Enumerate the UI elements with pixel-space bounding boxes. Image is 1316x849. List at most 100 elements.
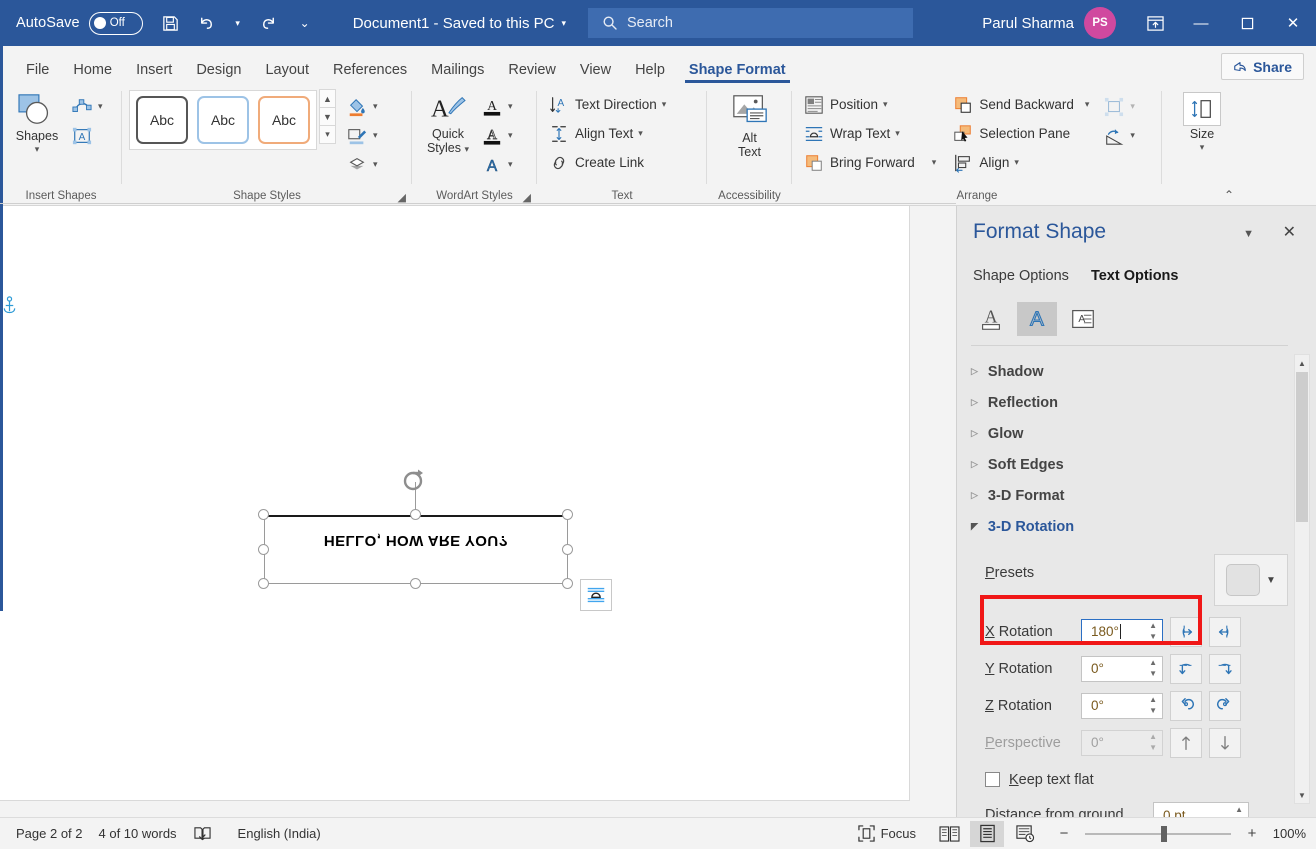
gallery-more-icon[interactable]: ▾ — [319, 125, 336, 144]
zoom-out-button[interactable]: − — [1056, 825, 1072, 842]
create-link-button[interactable]: Create Link — [544, 148, 670, 177]
section-reflection[interactable]: ▷ Reflection — [971, 387, 1286, 418]
user-name[interactable]: Parul Sharma — [982, 15, 1074, 32]
position-button[interactable]: Position ▾ — [799, 90, 940, 119]
proofing-errors-icon[interactable] — [193, 825, 212, 842]
undo-dropdown-icon[interactable]: ▾ — [225, 6, 251, 40]
redo-icon[interactable] — [251, 6, 287, 40]
rotate-objects-dropdown-icon[interactable]: ▾ — [1130, 130, 1135, 141]
shape-effects-dropdown-icon[interactable]: ▾ — [373, 159, 378, 170]
tab-mailings[interactable]: Mailings — [419, 62, 496, 85]
resize-handle-bottom-left[interactable] — [258, 578, 269, 589]
quick-access-more-icon[interactable]: ⌄ — [287, 6, 323, 40]
print-layout-button[interactable] — [970, 820, 1004, 847]
collapse-ribbon-icon[interactable]: ⌃ — [1224, 188, 1234, 202]
perspective-narrow-icon[interactable] — [1170, 727, 1202, 758]
rotate-z-counterclockwise-icon[interactable] — [1170, 690, 1202, 721]
shape-outline-dropdown-icon[interactable]: ▾ — [373, 130, 378, 141]
size-button[interactable]: Size ▾ — [1172, 90, 1232, 153]
maximize-button[interactable] — [1224, 0, 1270, 46]
close-icon[interactable]: ✕ — [1283, 222, 1296, 242]
text-direction-dropdown-icon[interactable]: ▾ — [662, 99, 667, 110]
save-icon[interactable] — [153, 6, 189, 40]
resize-handle-middle-right[interactable] — [562, 544, 573, 555]
web-layout-button[interactable] — [1008, 821, 1042, 847]
rotate-objects-button[interactable]: ▾ — [1099, 121, 1139, 150]
document-title[interactable]: Document1 - Saved to this PC ▾ — [353, 15, 566, 32]
spinner-down-icon[interactable]: ▼ — [1149, 707, 1157, 715]
close-button[interactable]: ✕ — [1270, 0, 1316, 46]
text-effects-dropdown-icon[interactable]: ▾ — [508, 159, 513, 170]
tab-shape-options[interactable]: Shape Options — [973, 268, 1069, 284]
pane-scrollbar[interactable]: ▲ ▼ — [1294, 354, 1310, 804]
gallery-scroll-up-icon[interactable]: ▲ — [319, 89, 336, 108]
keep-text-flat-row[interactable]: Keep text flat — [971, 761, 1302, 798]
textbox-layout-icon[interactable]: A — [1063, 302, 1103, 336]
tab-layout[interactable]: Layout — [253, 62, 321, 85]
perspective-widen-icon[interactable] — [1209, 727, 1241, 758]
shapes-button[interactable]: Shapes ▾ — [7, 90, 67, 155]
text-effects-icon[interactable]: A — [1017, 302, 1057, 336]
alt-text-button[interactable]: Alt Text — [720, 90, 780, 160]
zoom-slider-thumb[interactable] — [1161, 825, 1167, 842]
bring-forward-button[interactable]: Bring Forward ▾ — [799, 148, 940, 177]
x-rotation-spinner[interactable]: ▲ ▼ — [1149, 620, 1157, 644]
tab-references[interactable]: References — [321, 62, 419, 85]
presets-dropdown-icon[interactable]: ▼ — [1266, 575, 1276, 586]
section-soft-edges[interactable]: ▷ Soft Edges — [971, 449, 1286, 480]
rotate-y-up-icon[interactable] — [1170, 653, 1202, 684]
wrap-text-dropdown-icon[interactable]: ▾ — [895, 128, 900, 139]
text-effects-button[interactable]: A ▾ — [477, 150, 517, 179]
share-button[interactable]: Share — [1221, 53, 1304, 80]
rotate-x-right-icon[interactable] — [1209, 616, 1241, 647]
z-rotation-input[interactable]: 0° ▲ ▼ — [1081, 692, 1163, 719]
send-backward-dropdown-icon[interactable]: ▾ — [1085, 99, 1090, 110]
ribbon-display-options-icon[interactable] — [1132, 0, 1178, 46]
y-rotation-input[interactable]: 0° ▲ ▼ — [1081, 655, 1163, 682]
language-status[interactable]: English (India) — [238, 826, 321, 841]
text-fill-outline-icon[interactable]: A — [971, 302, 1011, 336]
tab-design[interactable]: Design — [184, 62, 253, 85]
rotation-handle-icon[interactable] — [400, 466, 430, 501]
spinner-up-icon[interactable]: ▲ — [1149, 659, 1157, 667]
pane-scroll-thumb[interactable] — [1296, 372, 1308, 522]
text-fill-dropdown-icon[interactable]: ▾ — [508, 101, 513, 112]
pane-scroll-down-icon[interactable]: ▼ — [1295, 787, 1309, 803]
quick-styles-dropdown-icon[interactable]: ▾ — [465, 144, 470, 154]
shape-styles-gallery[interactable]: Abc Abc Abc — [129, 90, 317, 150]
section-3d-rotation[interactable]: ◤ 3-D Rotation — [971, 511, 1286, 542]
tab-help[interactable]: Help — [623, 62, 677, 85]
group-objects-button[interactable]: ▾ — [1099, 92, 1139, 121]
shape-fill-dropdown-icon[interactable]: ▾ — [373, 101, 378, 112]
word-count-status[interactable]: 4 of 10 words — [99, 826, 177, 841]
shapes-dropdown-icon[interactable]: ▾ — [35, 144, 40, 155]
wrap-text-button[interactable]: Wrap Text ▾ — [799, 119, 940, 148]
tab-shape-format[interactable]: Shape Format — [677, 62, 798, 85]
document-title-caret-icon[interactable]: ▾ — [561, 18, 566, 28]
text-outline-button[interactable]: A ▾ — [477, 121, 517, 150]
align-objects-dropdown-icon[interactable]: ▾ — [1014, 157, 1019, 168]
tab-review[interactable]: Review — [496, 62, 568, 85]
search-input[interactable]: Search — [588, 8, 913, 38]
pane-dropdown-icon[interactable]: ▼ — [1243, 228, 1254, 240]
selection-pane-button[interactable]: Selection Pane — [948, 119, 1093, 148]
spinner-up-icon[interactable]: ▲ — [1149, 696, 1157, 704]
edit-shape-button[interactable]: ▾ — [67, 92, 107, 121]
resize-handle-top-center[interactable] — [410, 509, 421, 520]
zoom-level[interactable]: 100% — [1264, 826, 1306, 841]
resize-handle-bottom-center[interactable] — [410, 578, 421, 589]
y-rotation-spinner[interactable]: ▲ ▼ — [1149, 657, 1157, 681]
spinner-down-icon[interactable]: ▼ — [1149, 670, 1157, 678]
shape-fill-button[interactable]: ▾ — [342, 92, 382, 121]
spinner-up-icon[interactable]: ▲ — [1235, 805, 1243, 814]
tab-text-options[interactable]: Text Options — [1091, 268, 1179, 284]
section-glow[interactable]: ▷ Glow — [971, 418, 1286, 449]
tab-view[interactable]: View — [568, 62, 623, 85]
section-3d-format[interactable]: ▷ 3-D Format — [971, 480, 1286, 511]
size-dropdown-icon[interactable]: ▾ — [1200, 142, 1205, 153]
document-canvas[interactable]: HELLO, HOW ARE YOU? — [0, 206, 956, 817]
bring-forward-dropdown-icon[interactable]: ▾ — [932, 157, 937, 168]
align-text-dropdown-icon[interactable]: ▾ — [638, 128, 643, 139]
shape-text[interactable]: HELLO, HOW ARE YOU? — [264, 532, 568, 549]
page-number-status[interactable]: Page 2 of 2 — [16, 826, 83, 841]
